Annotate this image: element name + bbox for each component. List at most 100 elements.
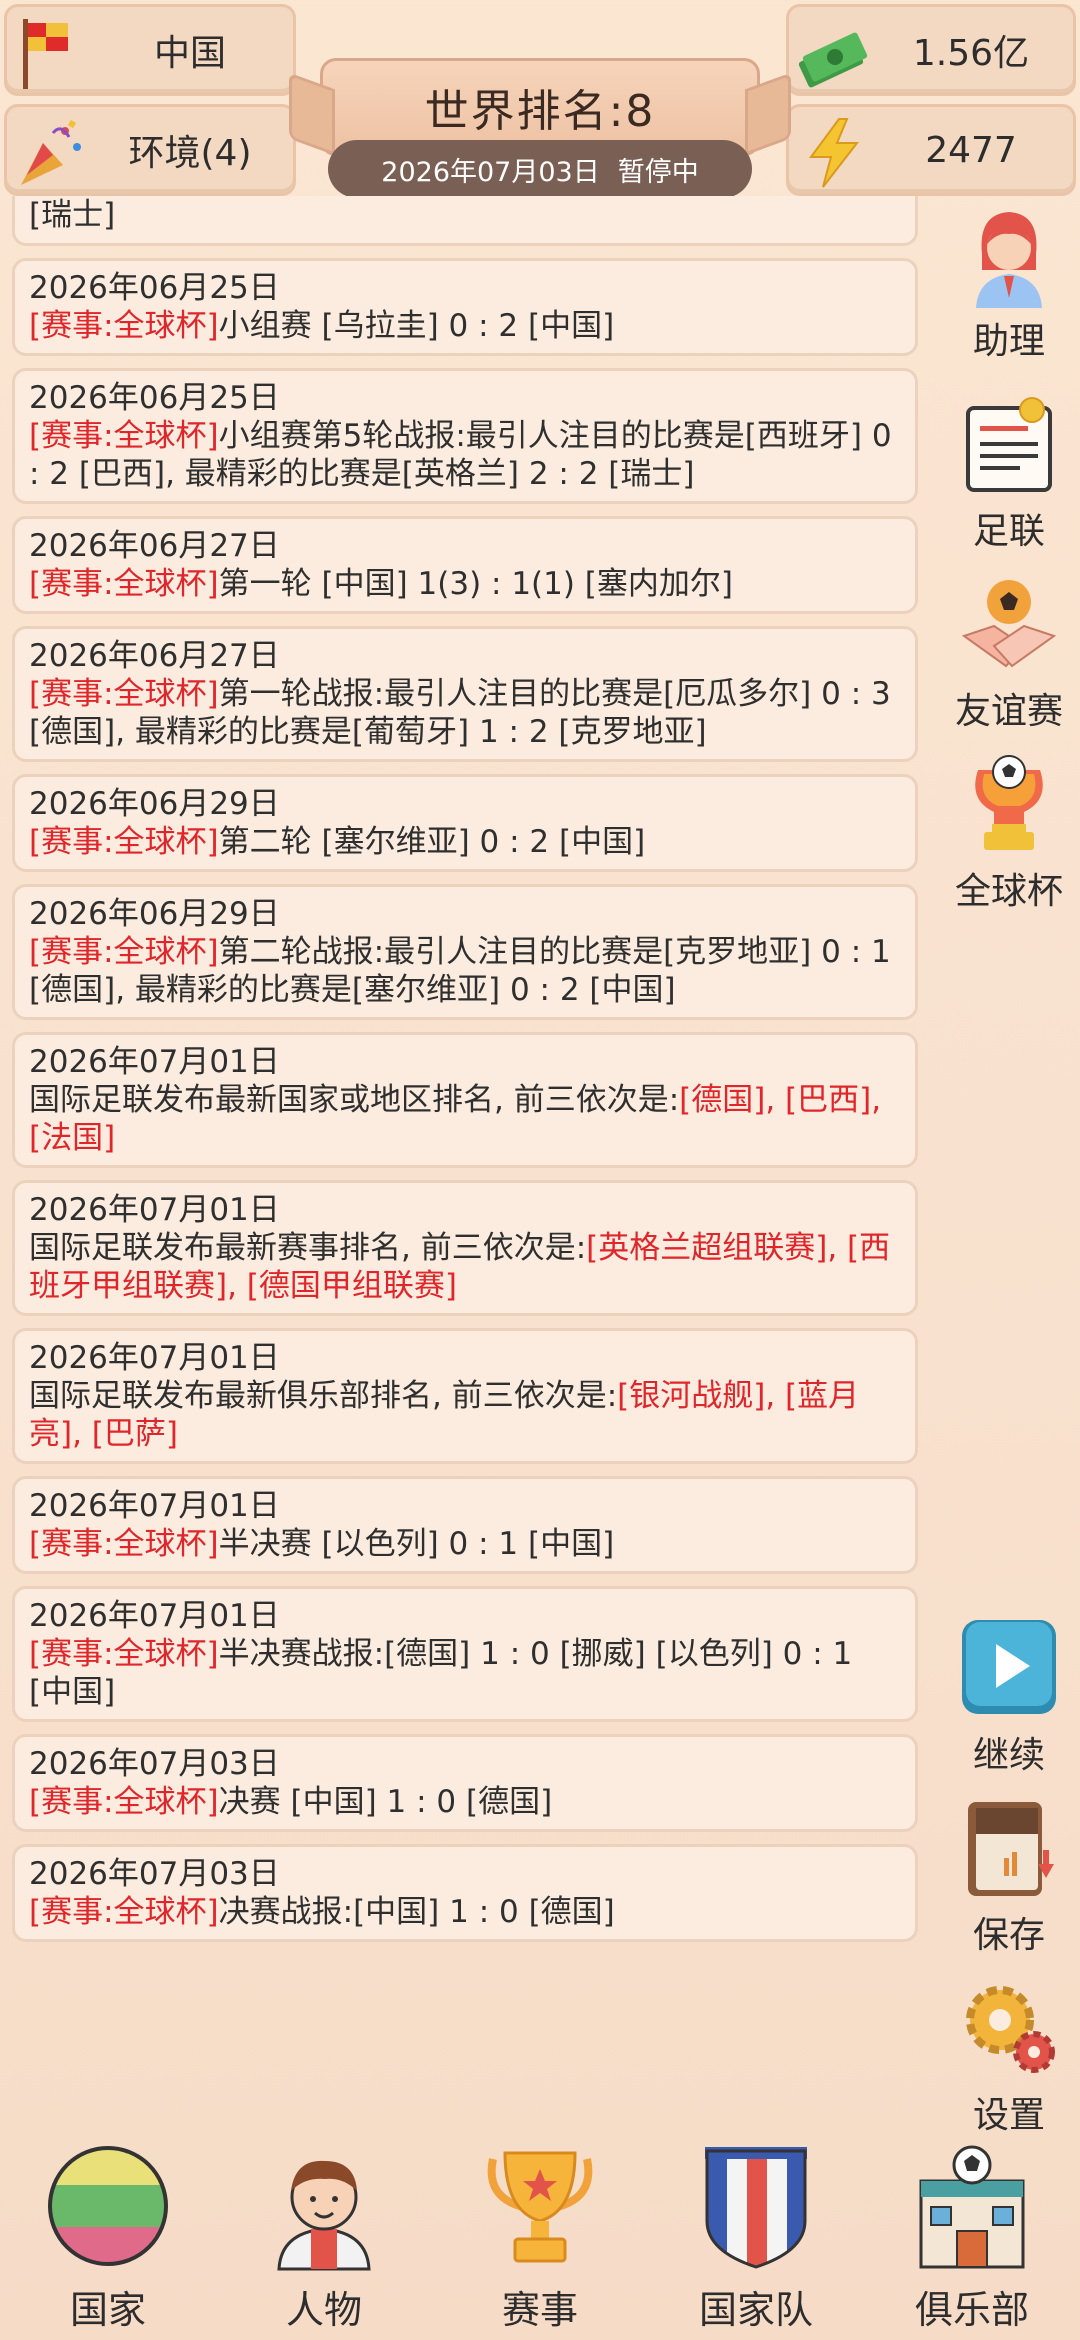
item-date: 2026年07月01日 [29,1488,280,1524]
trophy-icon [487,2151,593,2263]
world-rank: 世界排名:8 [424,86,656,137]
item-text: 决赛战报:[中国] 1 : 0 [德国] [218,1894,615,1930]
event-tag: [赛事:全球杯] [29,676,219,712]
nav-club-label: 俱乐部 [914,2288,1029,2332]
list-item: 2026年07月01日 [赛事:全球杯]半决赛 [以色列] 0 : 1 [中国] [12,1476,918,1574]
item-date: 2026年06月25日 [29,270,280,306]
friendly-match-button[interactable]: 友谊赛 [934,570,1080,734]
club-building-icon [919,2145,1025,2269]
event-tag: [赛事:全球杯] [29,1526,219,1562]
item-text: 决赛 [中国] 1 : 0 [德国] [218,1784,553,1820]
money-stack-icon [798,32,868,88]
play-icon [962,1620,1056,1714]
person-icon [277,2160,371,2271]
money-box: 1.56亿 [786,4,1076,96]
event-tag: [赛事:全球杯] [29,1894,219,1930]
partial-text: [瑞士] [29,197,116,233]
friendly-match-label: 友谊赛 [954,691,1063,732]
date-status-pill: 2026年07月03日 暂停中 [328,140,752,198]
gear-icon [966,1986,1055,2073]
list-item: 2026年06月29日 [赛事:全球杯]第二轮战报:最引人注目的比赛是[克罗地亚… [12,884,918,1020]
country-box[interactable]: 中国 [4,4,296,96]
nav-country-label: 国家 [69,2288,146,2332]
event-tag: [赛事:全球杯] [29,566,219,602]
save-button[interactable]: 保存 [934,1794,1080,1958]
save-label: 保存 [972,1915,1045,1956]
assistant-button[interactable]: 助理 [934,200,1080,364]
flag-icon [23,19,68,89]
item-text: 国际足联发布最新国家或地区排名, 前三依次是: [29,1082,680,1118]
item-date: 2026年07月01日 [29,1044,280,1080]
item-text: 半决赛 [以色列] 0 : 1 [中国] [218,1526,615,1562]
event-tag: [赛事:全球杯] [29,308,219,344]
save-book-icon [968,1802,1054,1896]
nav-events-label: 赛事 [501,2288,578,2332]
continue-button[interactable]: 继续 [934,1614,1080,1778]
shield-stripes-icon [705,2147,807,2269]
country-name: 中国 [153,33,226,74]
list-item: 2026年06月29日 [赛事:全球杯]第二轮 [塞尔维亚] 0 : 2 [中国… [12,774,918,872]
item-date: 2026年07月03日 [29,1746,280,1782]
item-date: 2026年07月01日 [29,1598,280,1634]
event-tag: [赛事:全球杯] [29,934,219,970]
list-item: 2026年07月01日 [赛事:全球杯]半决赛战报:[德国] 1 : 0 [挪威… [12,1586,918,1722]
energy-box: 2477 [786,104,1076,196]
item-date: 2026年07月03日 [29,1856,280,1892]
list-item: 2026年07月03日 [赛事:全球杯]决赛 [中国] 1 : 0 [德国] [12,1734,918,1832]
event-tag: [赛事:全球杯] [29,418,219,454]
list-item: 2026年06月27日 [赛事:全球杯]第一轮 [中国] 1(3) : 1(1)… [12,516,918,614]
settings-label: 设置 [972,2095,1045,2136]
item-date: 2026年06月29日 [29,786,280,822]
nav-national-team-label: 国家队 [698,2288,813,2332]
lightning-icon [809,118,860,188]
energy-value: 2477 [925,129,1017,171]
event-tag: [赛事:全球杯] [29,1784,219,1820]
list-item: 2026年07月01日 国际足联发布最新国家或地区排名, 前三依次是:[德国],… [12,1032,918,1168]
federation-button[interactable]: 足联 [934,390,1080,554]
item-text: 第一轮 [中国] 1(3) : 1(1) [塞内加尔] [218,566,734,602]
nav-people-label: 人物 [285,2288,362,2332]
settings-button[interactable]: 设置 [934,1974,1080,2138]
list-item: 2026年07月03日 [赛事:全球杯]决赛战报:[中国] 1 : 0 [德国] [12,1844,918,1942]
assistant-label: 助理 [972,321,1045,362]
item-text: 小组赛 [乌拉圭] 0 : 2 [中国] [218,308,615,344]
party-popper-icon [21,119,81,185]
item-date: 2026年06月25日 [29,380,280,416]
event-tag: [赛事:全球杯] [29,1636,219,1672]
globe-flag-icon [48,2146,168,2266]
event-tag: [赛事:全球杯] [29,824,219,860]
current-date: 2026年07月03日 [381,156,600,188]
game-status: 暂停中 [617,156,699,188]
worldcup-button[interactable]: 全球杯 [934,750,1080,914]
continue-label: 继续 [972,1735,1045,1776]
nav-people[interactable]: 人物 [234,2141,414,2334]
item-date: 2026年06月27日 [29,638,280,674]
assistant-icon [976,212,1042,308]
news-feed[interactable]: [瑞士] 2026年06月25日 [赛事:全球杯]小组赛 [乌拉圭] 0 : 2… [12,196,918,2122]
list-item: 2026年06月25日 [赛事:全球杯]小组赛 [乌拉圭] 0 : 2 [中国] [12,258,918,356]
worldcup-label: 全球杯 [954,871,1063,912]
nav-national-team[interactable]: 国家队 [666,2141,846,2334]
environment-label: 环境(4) [128,133,252,174]
item-date: 2026年06月29日 [29,896,280,932]
nav-club[interactable]: 俱乐部 [882,2141,1062,2334]
certificate-icon [966,397,1052,492]
item-date: 2026年07月01日 [29,1192,280,1228]
list-item: 2026年06月25日 [赛事:全球杯]小组赛第5轮战报:最引人注目的比赛是[西… [12,368,918,504]
bottom-nav: 国家 人物 赛事 国家队 俱乐部 [0,2134,1080,2340]
list-item: 2026年07月01日 国际足联发布最新赛事排名, 前三依次是:[英格兰超组联赛… [12,1180,918,1316]
federation-label: 足联 [972,511,1045,552]
nav-country[interactable]: 国家 [18,2141,198,2334]
nav-events[interactable]: 赛事 [450,2141,630,2334]
item-text: 第二轮 [塞尔维亚] 0 : 2 [中国] [218,824,646,860]
list-item: [瑞士] [12,196,918,246]
handshake-icon [961,580,1057,668]
money-value: 1.56亿 [912,33,1030,74]
item-text: 国际足联发布最新俱乐部排名, 前三依次是: [29,1378,618,1414]
environment-box[interactable]: 环境(4) [4,104,296,196]
item-text: 国际足联发布最新赛事排名, 前三依次是: [29,1230,587,1266]
list-item: 2026年06月27日 [赛事:全球杯]第一轮战报:最引人注目的比赛是[厄瓜多尔… [12,626,918,762]
list-item: 2026年07月01日 国际足联发布最新俱乐部排名, 前三依次是:[银河战舰],… [12,1328,918,1464]
item-date: 2026年06月27日 [29,528,280,564]
trophy-ball-icon [975,755,1043,850]
